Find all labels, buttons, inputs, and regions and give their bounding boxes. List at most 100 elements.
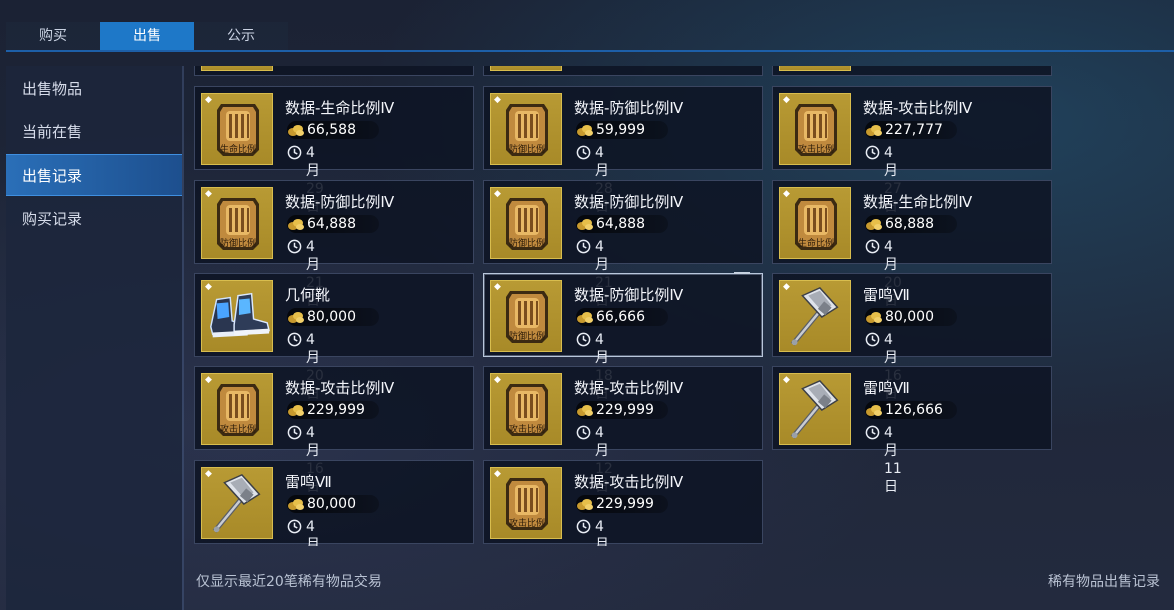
price-row: 68,888 [865,215,957,233]
gold-coin-icon [287,402,305,416]
item-thumbnail: ◆ 防御比例 [490,93,562,165]
record-card[interactable]: ◆ 防御比例 数据-防御比例Ⅳ 64,888 4月21日 [194,180,474,309]
record-card[interactable]: ◆ 雷鸣Ⅶ 80,000 4月16日 [772,273,1052,402]
item-price: 68,888 [885,216,934,232]
gold-coin-icon [865,309,883,323]
chip-label: 攻击比例 [508,519,545,529]
data-chip-icon: 生命比例 [795,196,837,252]
item-thumbnail: ◆ 生命比例 [779,187,851,259]
item-price: 64,888 [596,216,645,232]
rare-diamond-icon: ◆ [494,469,501,479]
record-card[interactable]: ◆ 雷鸣Ⅶ 80,000 4月11日 [194,460,474,546]
item-price: 80,000 [307,309,356,325]
clock-icon [576,519,591,534]
price-row: 80,000 [287,495,379,513]
price-row: 64,888 [287,215,379,233]
data-chip-icon: 攻击比例 [795,102,837,158]
item-price: 66,666 [596,309,645,325]
data-chip-icon: 攻击比例 [506,382,548,438]
gold-coin-icon [576,309,594,323]
item-name: 雷鸣Ⅶ [863,379,910,397]
sidebar-item-sell-records[interactable]: 出售记录 [6,154,182,196]
item-name: 数据-防御比例Ⅳ [574,99,684,117]
item-thumbnail: ◆ 生命比例 [201,93,273,165]
rare-diamond-icon: ◆ [783,189,790,199]
footer-note: 仅显示最近20笔稀有物品交易 [196,574,382,590]
sidebar-item-on-sale[interactable]: 当前在售 [6,111,182,153]
item-thumbnail: ◆ 攻击比例 [201,373,273,445]
records-grid[interactable]: ◆ 生命比例 数据-生命比例Ⅳ 66,588 4月29日 ◆ 防御比例 [192,66,1054,546]
clock-icon [287,425,302,440]
item-name: 数据-防御比例Ⅳ [574,286,684,304]
tab-announce[interactable]: 公示 [194,22,288,50]
tab-underline [6,50,1174,52]
record-card[interactable]: ◆ 防御比例 数据-防御比例Ⅳ 66,666 4月18日 [483,273,763,402]
rare-diamond-icon: ◆ [205,95,212,105]
item-thumbnail: ◆ 攻击比例 [490,373,562,445]
item-price: 80,000 [885,309,934,325]
gold-coin-icon [576,216,594,230]
gold-coin-icon [287,216,305,230]
item-thumbnail: ◆ [779,280,851,352]
price-row: 227,777 [865,121,957,139]
item-name: 数据-防御比例Ⅳ [285,193,395,211]
sidebar-item-sell-items[interactable]: 出售物品 [6,68,182,110]
rare-diamond-icon: ◆ [205,189,212,199]
data-chip-icon: 攻击比例 [217,382,259,438]
record-card[interactable]: ◆ 攻击比例 数据-攻击比例Ⅳ 229,999 4月12日 [483,366,763,495]
record-card[interactable]: ◆ 攻击比例 数据-攻击比例Ⅳ 227,777 4月27日 [772,86,1052,215]
record-card[interactable]: ◆ 攻击比例 数据-攻击比例Ⅳ 229,999 4月11日 [483,460,763,546]
tab-buy[interactable]: 购买 [6,22,100,50]
partial-record-card[interactable] [772,66,1052,76]
item-price: 227,777 [885,122,943,138]
partial-record-card[interactable] [194,66,474,76]
price-row: 229,999 [287,401,379,419]
clock-icon [287,239,302,254]
data-chip-icon: 防御比例 [506,102,548,158]
record-card[interactable]: ◆ 雷鸣Ⅶ 126,666 4月11日 [772,366,1052,495]
selection-corner-mark [734,272,750,274]
hammer-icon [781,375,850,444]
item-thumbnail: ◆ [201,280,273,352]
tab-sell[interactable]: 出售 [100,22,194,50]
record-card[interactable]: ◆ 防御比例 数据-防御比例Ⅳ 59,999 4月28日 [483,86,763,215]
record-card[interactable]: ◆ 几何靴 80,000 4月20日 [194,273,474,402]
clock-icon [287,145,302,160]
price-row: 80,000 [865,308,957,326]
rare-diamond-icon: ◆ [494,95,501,105]
price-row: 229,999 [576,401,668,419]
sidebar-item-buy-records[interactable]: 购买记录 [6,198,182,240]
item-price: 80,000 [307,496,356,512]
price-row: 229,999 [576,495,668,513]
item-thumbnail: ◆ 防御比例 [490,187,562,259]
sale-date: 4月11日 [595,519,609,546]
record-card[interactable]: ◆ 生命比例 数据-生命比例Ⅳ 66,588 4月29日 [194,86,474,215]
item-thumbnail: ◆ [201,467,273,539]
rare-sell-records-link[interactable]: 稀有物品出售记录 [1048,571,1160,591]
clock-icon [287,332,302,347]
boots-icon [203,282,272,351]
item-price: 64,888 [307,216,356,232]
item-thumbnail: ◆ 防御比例 [490,280,562,352]
record-card[interactable]: ◆ 生命比例 数据-生命比例Ⅳ 68,888 4月20日 [772,180,1052,309]
item-name: 数据-攻击比例Ⅳ [285,379,395,397]
record-card[interactable]: ◆ 防御比例 数据-防御比例Ⅳ 64,888 4月21日 [483,180,763,309]
gold-coin-icon [287,309,305,323]
item-thumbnail: ◆ 攻击比例 [779,93,851,165]
clock-icon [576,239,591,254]
gold-coin-icon [865,216,883,230]
gold-coin-icon [576,402,594,416]
chip-label: 防御比例 [508,145,545,155]
item-name: 数据-攻击比例Ⅳ [574,473,684,491]
chip-label: 生命比例 [797,239,834,249]
rare-diamond-icon: ◆ [494,375,501,385]
chip-label: 生命比例 [219,145,256,155]
partial-record-card[interactable] [483,66,763,76]
item-thumbnail [779,66,851,71]
rare-diamond-icon: ◆ [783,95,790,105]
chip-label: 攻击比例 [219,425,256,435]
record-card[interactable]: ◆ 攻击比例 数据-攻击比例Ⅳ 229,999 4月16日 [194,366,474,495]
item-name: 数据-防御比例Ⅳ [574,193,684,211]
price-row: 80,000 [287,308,379,326]
chip-label: 防御比例 [219,239,256,249]
